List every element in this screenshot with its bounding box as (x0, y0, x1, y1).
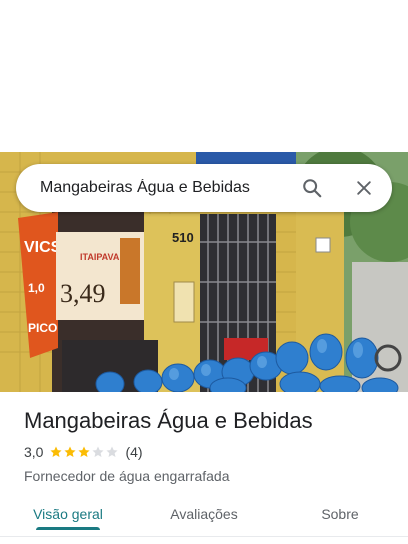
star-filled-icon (64, 446, 77, 457)
close-button[interactable] (344, 168, 384, 208)
svg-text:PICO: PICO (28, 321, 57, 335)
tab-reviews[interactable]: Avaliações (136, 492, 272, 536)
search-bar[interactable]: Mangabeiras Água e Bebidas (16, 164, 392, 212)
tab-about[interactable]: Sobre (272, 492, 408, 536)
search-query[interactable]: Mangabeiras Água e Bebidas (16, 179, 292, 197)
place-title: Mangabeiras Água e Bebidas (24, 408, 313, 433)
star-empty-icon (106, 446, 119, 457)
tab-overview[interactable]: Visão geral (0, 492, 136, 536)
search-icon (303, 179, 322, 198)
active-tab-indicator (36, 527, 100, 530)
star-filled-icon (50, 446, 63, 457)
place-info: Mangabeiras Água e Bebidas 3,0 (4) Forne… (24, 406, 394, 484)
star-filled-icon (78, 446, 91, 457)
svg-text:1,0: 1,0 (28, 281, 45, 295)
svg-text:3,49: 3,49 (60, 279, 106, 308)
star-empty-icon (92, 446, 105, 457)
tab-label: Visão geral (33, 506, 103, 522)
tab-label: Sobre (321, 506, 359, 522)
review-count[interactable]: (4) (125, 444, 142, 460)
close-icon (357, 181, 371, 195)
map-area (0, 0, 408, 152)
place-tabs: Visão geral Avaliações Sobre (0, 492, 408, 536)
banner-text: ITAIPAVA (80, 252, 120, 262)
tabs-divider (0, 536, 408, 537)
search-button[interactable] (292, 168, 332, 208)
street-number: 510 (172, 230, 194, 245)
rating-row[interactable]: 3,0 (4) (24, 444, 394, 460)
rating-value: 3,0 (24, 444, 44, 460)
tab-label: Avaliações (170, 506, 238, 522)
place-category[interactable]: Fornecedor de água engarrafada (24, 468, 394, 484)
star-rating (49, 445, 119, 459)
